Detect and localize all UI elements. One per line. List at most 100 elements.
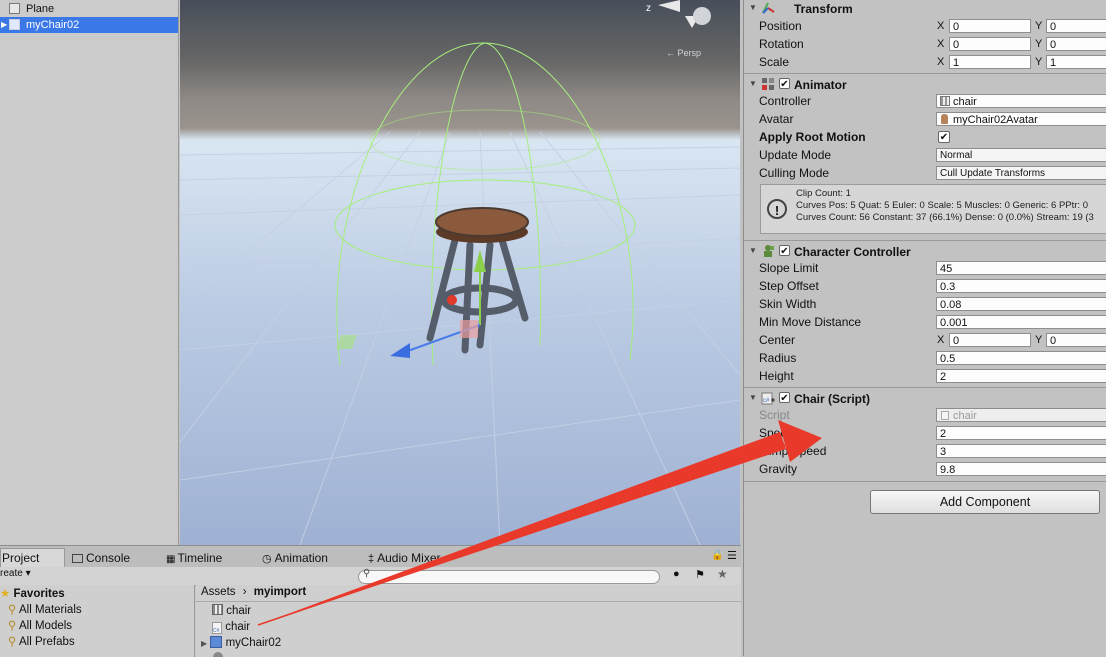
tab-animation[interactable]: ◷ Animation — [262, 549, 328, 567]
component-title: Transform — [794, 2, 853, 16]
tab-project[interactable]: Project — [0, 548, 65, 567]
apply-root-motion-checkbox[interactable]: ✔ — [938, 131, 950, 143]
filter-by-label-icon[interactable]: ⚑ — [695, 568, 705, 581]
favorites-header[interactable]: ★ Favorites — [0, 586, 65, 602]
breadcrumb-assets[interactable]: Assets — [201, 586, 236, 598]
tab-audio-mixer[interactable]: ‡ Audio Mixer — [368, 549, 440, 567]
position-x-field[interactable]: 0 — [949, 19, 1031, 33]
controller-label: Controller — [759, 94, 812, 108]
x-label: X — [937, 56, 945, 68]
favorite-all-prefabs[interactable]: ⚲ All Prefabs — [8, 634, 75, 650]
scale-label: Scale — [759, 55, 790, 69]
persp-label[interactable]: ← Persp — [666, 48, 701, 58]
stool-seat — [435, 207, 529, 243]
avatar-field[interactable]: myChair02Avatar — [936, 112, 1106, 126]
project-toolbar: reate ▾ ⚲ ● ⚑ ★ — [0, 567, 741, 586]
tab-label: Console — [86, 551, 131, 565]
component-title: Chair (Script) — [794, 392, 871, 406]
script-file-icon — [941, 411, 949, 420]
tab-console[interactable]: Console — [72, 549, 130, 567]
speed-field[interactable]: 2 — [936, 426, 1106, 440]
tab-label: Animation — [274, 551, 328, 565]
add-component-button[interactable]: Add Component — [870, 490, 1100, 514]
fold-arrow-icon[interactable]: ▼ — [749, 3, 757, 12]
culling-mode-dropdown[interactable]: Cull Update Transforms — [936, 166, 1106, 180]
min-move-distance-field[interactable]: 0.001 — [936, 315, 1106, 329]
asset-item-chair-script[interactable]: C# chair — [212, 619, 250, 635]
ground-grid — [180, 131, 740, 545]
csharp-script-icon: C# — [212, 622, 222, 634]
favorite-all-models[interactable]: ⚲ All Models — [8, 618, 72, 634]
radius-field[interactable]: 0.5 — [936, 351, 1106, 365]
transform-header[interactable]: ▼ Transform — [744, 0, 1106, 18]
tab-timeline[interactable]: ▦ Timeline — [166, 549, 222, 567]
project-search-input[interactable]: ⚲ — [358, 568, 660, 584]
lock-icon[interactable]: 🔒 — [711, 550, 723, 561]
rotation-label: Rotation — [759, 37, 804, 51]
asset-item-chair-controller[interactable]: chair — [212, 603, 251, 619]
jump-speed-field[interactable]: 3 — [936, 444, 1106, 458]
scale-x-field[interactable]: 1 — [949, 55, 1031, 69]
fold-arrow-icon[interactable]: ▼ — [749, 393, 757, 402]
fold-arrow-icon[interactable]: ▼ — [749, 79, 757, 88]
tab-label: Project — [2, 551, 40, 565]
asset-label: chair — [225, 621, 251, 633]
min-move-distance-label: Min Move Distance — [759, 315, 862, 329]
inspector-panel: ▼ Transform Position X 0 Y 0 Rotation X … — [743, 0, 1106, 656]
x-label: X — [937, 20, 945, 32]
gravity-field[interactable]: 9.8 — [936, 462, 1106, 476]
hierarchy-item-mychair02[interactable]: ▶ myChair02 — [0, 17, 178, 33]
animator-controller-icon — [940, 96, 950, 106]
search-folder-icon: ⚲ — [8, 604, 17, 616]
update-mode-label: Update Mode — [759, 148, 832, 162]
animator-info-box: ! Clip Count: 1 Curves Pos: 5 Quat: 5 Eu… — [760, 184, 1106, 234]
scene-view[interactable]: z ← Persp — [180, 0, 740, 545]
gravity-label: Gravity — [759, 462, 798, 476]
animator-controller-icon — [212, 604, 223, 615]
controller-field[interactable]: chair — [936, 94, 1106, 108]
script-label: Script — [759, 408, 790, 422]
y-label: Y — [1035, 20, 1043, 32]
project-panel: Project Console ▦ Timeline ◷ Animation ‡ Au… — [0, 545, 741, 657]
gameobject-cube-icon — [9, 3, 20, 14]
rotation-x-field[interactable]: 0 — [949, 37, 1031, 51]
console-icon — [72, 554, 83, 563]
favorite-star-icon[interactable]: ★ — [717, 567, 728, 581]
y-label: Y — [1035, 56, 1043, 68]
center-x-field[interactable]: 0 — [949, 333, 1031, 347]
fold-arrow-icon[interactable]: ▼ — [749, 246, 757, 255]
skin-width-field[interactable]: 0.08 — [936, 297, 1106, 311]
character-controller-enabled-checkbox[interactable]: ✔ — [779, 245, 790, 257]
filter-by-type-icon[interactable]: ● — [673, 568, 680, 580]
breadcrumb-separator: › — [242, 586, 247, 598]
panel-menu-icon[interactable]: ☰ — [727, 549, 737, 562]
create-dropdown[interactable]: reate ▾ — [0, 568, 31, 579]
tab-label: Timeline — [177, 551, 223, 565]
height-label: Height — [759, 369, 794, 383]
center-y-field[interactable]: 0 — [1046, 333, 1106, 347]
favorite-all-materials[interactable]: ⚲ All Materials — [8, 602, 82, 618]
chair-script-header[interactable]: ▼ c# ✔ Chair (Script) — [744, 390, 1106, 408]
character-controller-icon — [761, 244, 775, 258]
animator-icon — [761, 77, 775, 91]
transform-icon — [761, 1, 775, 15]
animator-enabled-checkbox[interactable]: ✔ — [779, 78, 790, 90]
breadcrumb-current[interactable]: myimport — [254, 586, 306, 598]
scale-y-field[interactable]: 1 — [1046, 55, 1106, 69]
chair-script-enabled-checkbox[interactable]: ✔ — [779, 392, 790, 404]
update-mode-dropdown[interactable]: Normal — [936, 148, 1106, 162]
tab-label: Audio Mixer — [377, 551, 441, 565]
step-offset-field[interactable]: 0.3 — [936, 279, 1106, 293]
orientation-gizmo[interactable]: z ← Persp — [646, 0, 711, 58]
step-offset-label: Step Offset — [759, 279, 819, 293]
asset-item-mychair02[interactable]: ▶ myChair02 — [201, 635, 281, 651]
expand-arrow-icon[interactable]: ▶ — [201, 639, 207, 648]
height-field[interactable]: 2 — [936, 369, 1106, 383]
hierarchy-item-plane[interactable]: Plane — [0, 1, 178, 17]
position-y-field[interactable]: 0 — [1046, 19, 1106, 33]
rotation-y-field[interactable]: 0 — [1046, 37, 1106, 51]
bottom-tab-bar: Project Console ▦ Timeline ◷ Animation ‡ Au… — [0, 546, 741, 568]
hierarchy-item-label: Plane — [26, 3, 55, 15]
slope-limit-field[interactable]: 45 — [936, 261, 1106, 275]
expand-arrow-icon[interactable]: ▶ — [1, 17, 7, 33]
